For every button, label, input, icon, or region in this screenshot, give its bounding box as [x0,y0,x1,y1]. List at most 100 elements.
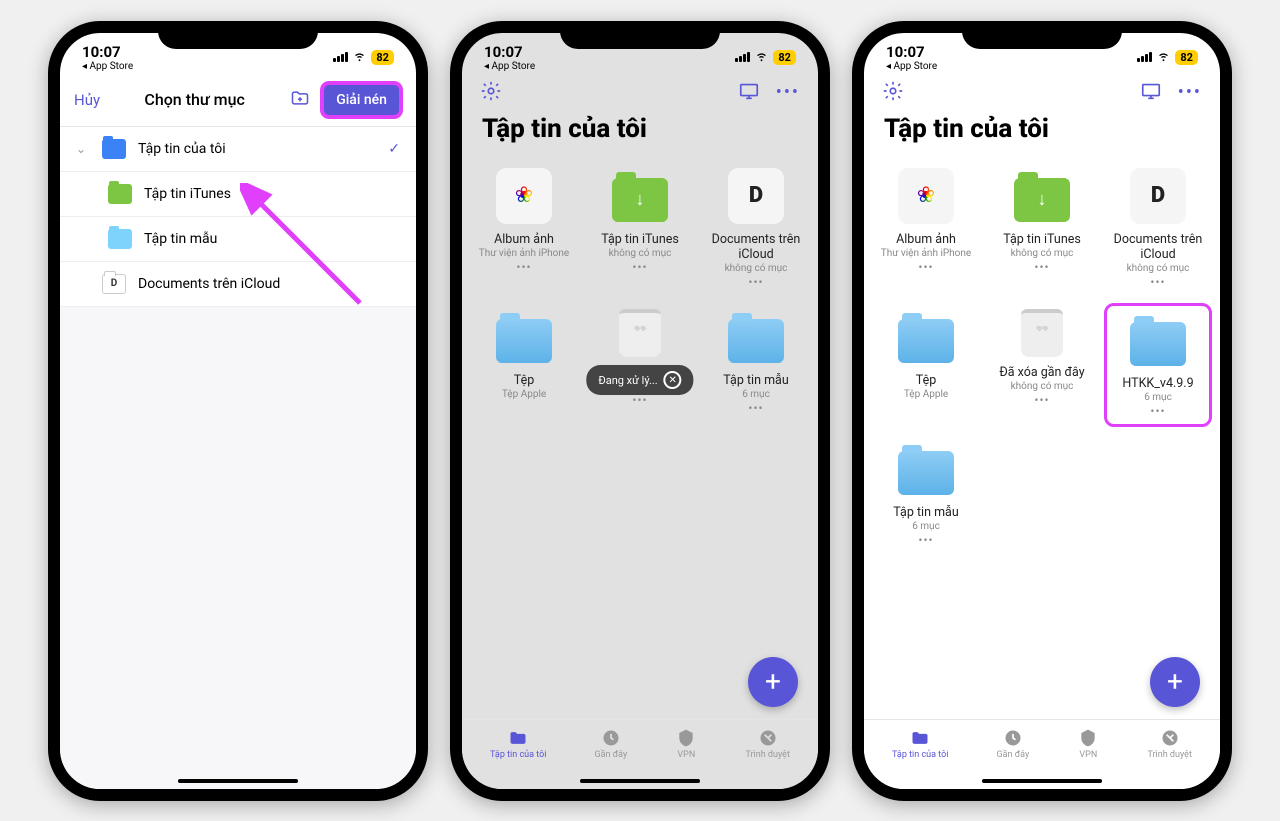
grid-item-documents-icloud[interactable]: DDocuments trên iCloudkhông có mục••• [1104,162,1212,295]
documents-icon: D [102,274,126,294]
grid-item-sample[interactable]: Tập tin mẫu6 mục••• [872,435,980,553]
settings-icon[interactable] [480,80,502,106]
nav-bar: Hủy Chọn thư mục Giải nén [60,74,416,127]
notch [158,21,318,49]
screen-2: 10:07 ◂ App Store 82 ••• Tập tin của tôi… [462,33,818,789]
grid-item-album[interactable]: Album ảnhThư viện ảnh iPhone••• [470,162,578,295]
more-icon[interactable]: ••• [776,82,800,103]
tab-browser[interactable]: Trình duyệt [1147,728,1191,760]
folder-row-sample[interactable]: Tập tin mẫu [60,217,416,262]
tab-files[interactable]: Tập tin của tôi [892,728,948,760]
tab-files[interactable]: Tập tin của tôi [490,728,546,760]
phone-2: 10:07 ◂ App Store 82 ••• Tập tin của tôi… [450,21,830,801]
photos-icon [496,168,552,224]
battery-badge: 82 [1175,50,1198,65]
nav-title: Chọn thư mục [144,90,244,109]
folder-download-icon [612,178,668,222]
documents-icon: D [1130,168,1186,224]
folder-row-icloud[interactable]: D Documents trên iCloud [60,262,416,307]
desktop-icon[interactable] [738,80,760,106]
add-button[interactable]: + [748,657,798,707]
folder-list: ⌄ Tập tin của tôi ✓ Tập tin iTunes Tập t… [60,127,416,789]
toast-close-icon[interactable]: ✕ [664,371,682,389]
status-back-appstore[interactable]: ◂ App Store [484,61,535,72]
home-indicator[interactable] [580,779,700,783]
header-bar: ••• [462,74,818,110]
signal-icon [1137,52,1152,62]
status-back-appstore[interactable]: ◂ App Store [82,61,133,72]
notch [560,21,720,49]
processing-toast: Đang xử lý... ✕ [586,365,693,395]
folder-row-itunes[interactable]: Tập tin iTunes [60,172,416,217]
folder-label: Tập tin iTunes [144,186,400,202]
header-bar: ••• [864,74,1220,110]
apple-folder-icon [496,319,552,363]
folder-icon [1130,322,1186,366]
status-time: 10:07 [886,43,937,61]
toast-text: Đang xử lý... [598,374,657,387]
signal-icon [333,52,348,62]
desktop-icon[interactable] [1140,80,1162,106]
folder-icon [108,229,132,249]
tab-vpn[interactable]: VPN [1077,728,1099,760]
grid-item-itunes[interactable]: Tập tin iTuneskhông có mục••• [586,162,694,295]
cancel-button[interactable]: Hủy [74,91,100,109]
notch [962,21,1122,49]
status-back-appstore[interactable]: ◂ App Store [886,61,937,72]
grid-item-trash[interactable]: Đã xóa gần đâykhông có mục••• [586,303,694,421]
battery-badge: 82 [371,50,394,65]
page-title: Tập tin của tôi [462,110,818,152]
folder-download-icon [1014,178,1070,222]
phone-3: 10:07 ◂ App Store 82 ••• Tập tin của tôi… [852,21,1232,801]
grid-item-sample[interactable]: Tập tin mẫu6 mục••• [702,303,810,421]
folder-icon [898,451,954,495]
home-indicator[interactable] [178,779,298,783]
home-indicator[interactable] [982,779,1102,783]
grid-item-album[interactable]: Album ảnhThư viện ảnh iPhone••• [872,162,980,295]
wifi-icon [352,48,367,67]
status-time: 10:07 [484,43,535,61]
signal-icon [735,52,750,62]
tab-browser[interactable]: Trình duyệt [745,728,789,760]
battery-badge: 82 [773,50,796,65]
chevron-down-icon: ⌄ [76,142,90,156]
page-title: Tập tin của tôi [864,110,1220,152]
more-icon[interactable]: ••• [1178,82,1202,103]
grid-item-htkk[interactable]: HTKK_v4.9.96 mục••• [1104,303,1212,427]
file-grid: Album ảnhThư viện ảnh iPhone••• Tập tin … [864,152,1220,563]
folder-label: Documents trên iCloud [138,276,400,292]
folder-icon [102,139,126,159]
wifi-icon [1156,48,1171,67]
tab-recent[interactable]: Gần đây [595,728,628,760]
new-folder-icon[interactable] [289,88,311,112]
check-icon: ✓ [388,141,400,157]
phone-1: 10:07 ◂ App Store 82 Hủy Chọn thư mục Gi… [48,21,428,801]
grid-item-files[interactable]: TệpTệp Apple [872,303,980,427]
apple-folder-icon [898,319,954,363]
status-right: 82 [735,48,796,67]
folder-row-myfiles[interactable]: ⌄ Tập tin của tôi ✓ [60,127,416,172]
trash-icon [619,309,661,357]
tab-vpn[interactable]: VPN [675,728,697,760]
documents-icon: D [728,168,784,224]
wifi-icon [754,48,769,67]
status-right: 82 [1137,48,1198,67]
add-button[interactable]: + [1150,657,1200,707]
folder-label: Tập tin của tôi [138,141,376,157]
grid-item-documents-icloud[interactable]: DDocuments trên iCloudkhông có mục••• [702,162,810,295]
tab-recent[interactable]: Gần đây [997,728,1030,760]
status-time: 10:07 [82,43,133,61]
extract-button[interactable]: Giải nén [321,82,402,118]
photos-icon [898,168,954,224]
grid-item-files[interactable]: TệpTệp Apple [470,303,578,421]
settings-icon[interactable] [882,80,904,106]
folder-icon [108,184,132,204]
grid-item-trash[interactable]: Đã xóa gần đâykhông có mục••• [988,303,1096,427]
folder-label: Tập tin mẫu [144,231,400,247]
folder-icon [728,319,784,363]
status-right: 82 [333,48,394,67]
screen-3: 10:07 ◂ App Store 82 ••• Tập tin của tôi… [864,33,1220,789]
grid-item-itunes[interactable]: Tập tin iTuneskhông có mục••• [988,162,1096,295]
trash-icon [1021,309,1063,357]
screen-1: 10:07 ◂ App Store 82 Hủy Chọn thư mục Gi… [60,33,416,789]
